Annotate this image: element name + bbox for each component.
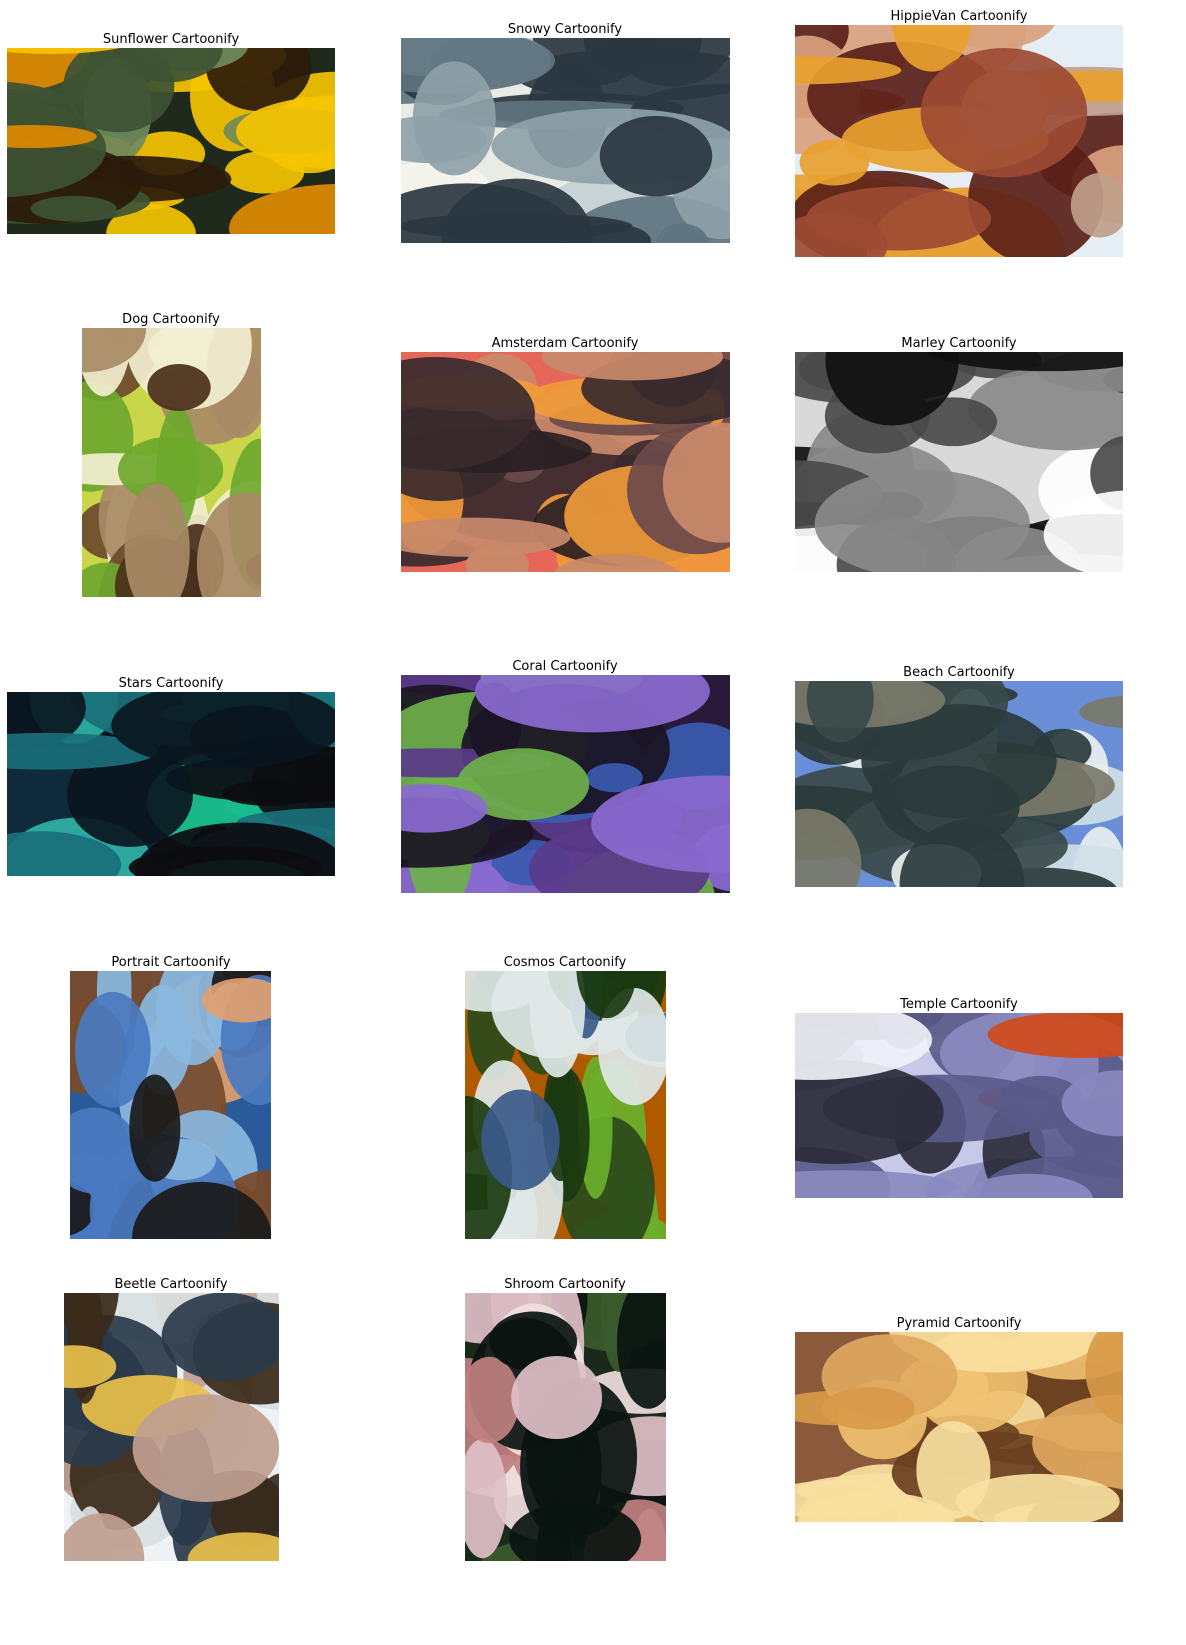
stars-title: Stars Cartoonify — [118, 676, 224, 691]
temple-cartoon-image — [795, 1013, 1123, 1198]
beach-cartoon-image — [795, 681, 1123, 887]
portrait-title: Portrait Cartoonify — [111, 955, 231, 970]
marley-title: Marley Cartoonify — [901, 336, 1017, 351]
cosmos-title: Cosmos Cartoonify — [503, 955, 627, 970]
snowy-cartoon-image — [401, 38, 730, 243]
portrait-cartoon-image — [70, 971, 271, 1239]
stars-cartoon-image — [7, 692, 335, 876]
beach-title: Beach Cartoonify — [903, 665, 1015, 680]
shroom-cartoon-image — [465, 1293, 666, 1561]
hippievan-title: HippieVan Cartoonify — [890, 9, 1028, 24]
figure-page: { "panels": [ {"title": "Sunflower Carto… — [0, 0, 1186, 1645]
hippievan-cartoon-image — [795, 25, 1123, 257]
dog-title: Dog Cartoonify — [122, 312, 220, 327]
temple-title: Temple Cartoonify — [900, 997, 1018, 1012]
beetle-cartoon-image — [64, 1293, 279, 1561]
pyramid-cartoon-image — [795, 1332, 1123, 1522]
cosmos-cartoon-image — [465, 971, 666, 1239]
amsterdam-cartoon-image — [401, 352, 730, 572]
dog-cartoon-image — [82, 328, 261, 597]
marley-cartoon-image — [795, 352, 1123, 572]
snowy-title: Snowy Cartoonify — [507, 22, 623, 37]
coral-cartoon-image — [401, 675, 730, 893]
amsterdam-title: Amsterdam Cartoonify — [491, 336, 639, 351]
beetle-title: Beetle Cartoonify — [114, 1277, 228, 1292]
shroom-title: Shroom Cartoonify — [504, 1277, 626, 1292]
pyramid-title: Pyramid Cartoonify — [896, 1316, 1022, 1331]
coral-title: Coral Cartoonify — [512, 659, 618, 674]
sunflower-cartoon-image — [7, 48, 335, 234]
sunflower-title: Sunflower Cartoonify — [102, 32, 240, 47]
